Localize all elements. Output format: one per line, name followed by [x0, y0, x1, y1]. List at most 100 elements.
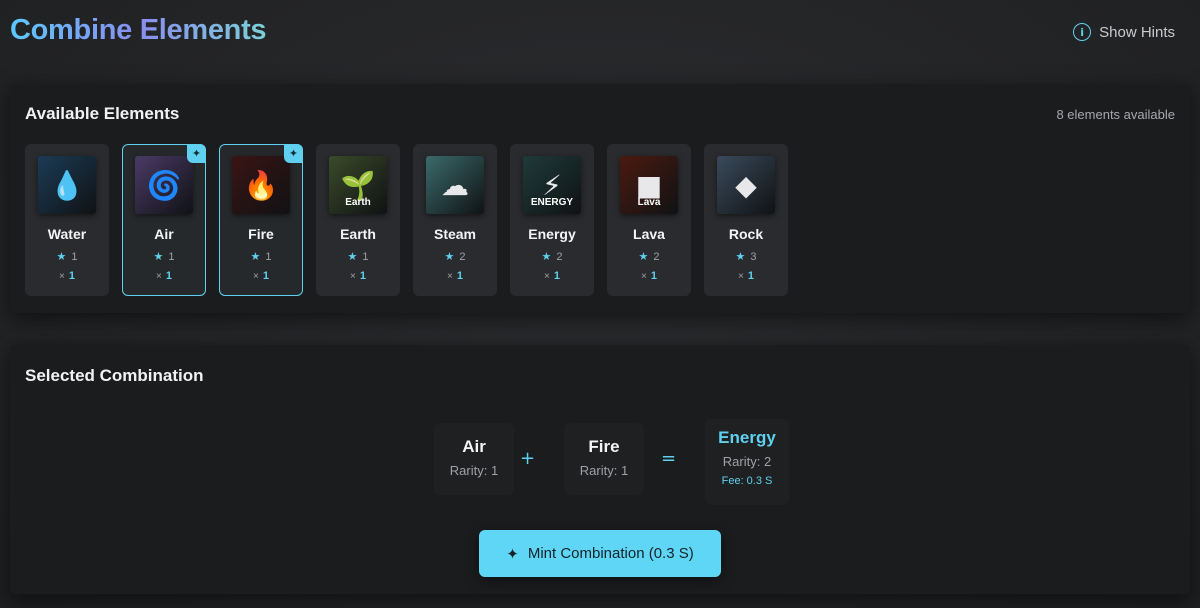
lava-cube-icon: ■ Lava: [620, 156, 678, 214]
star-icon: ★: [638, 250, 649, 263]
star-icon: ★: [153, 250, 164, 263]
element-card-fire[interactable]: 🔥 Fire ★ 1 × 1 ✦: [219, 144, 303, 296]
info-icon: i: [1073, 23, 1092, 41]
combo-second-rarity: Rarity: 1: [579, 463, 629, 478]
element-rarity: ★ 2: [639, 250, 660, 263]
element-thumbnail-glyph: 🌀: [146, 168, 182, 202]
element-rarity: ★ 1: [348, 250, 369, 263]
thumbnail-caption: Earth: [345, 197, 371, 208]
energy-bolt-icon: ⚡ ENERGY: [523, 156, 581, 214]
element-quantity: × 1: [350, 270, 366, 282]
rarity-value: 2: [459, 250, 466, 263]
element-quantity: × 1: [156, 270, 172, 282]
element-card-air[interactable]: 🌀 Air ★ 1 × 1 ✦: [122, 144, 206, 296]
sparkle-icon: ✦: [506, 544, 519, 563]
thumbnail-caption: Lava: [637, 197, 661, 208]
thumbnail-caption: ENERGY: [530, 197, 574, 208]
quantity-prefix: ×: [156, 270, 162, 282]
element-rarity: ★ 1: [57, 250, 78, 263]
element-quantity: × 1: [738, 270, 754, 282]
quantity-prefix: ×: [447, 270, 453, 282]
element-name: Water: [47, 226, 87, 242]
rarity-value: 3: [750, 250, 757, 263]
combo-second-element: Fire Rarity: 1: [564, 423, 644, 495]
quantity-value: 1: [747, 270, 754, 282]
equals-operator: =: [661, 448, 677, 469]
earth-sprout-icon: 🌱 Earth: [329, 156, 387, 214]
water-drop-icon: 💧: [38, 156, 96, 214]
element-card-steam[interactable]: ☁ Steam ★ 2 × 1: [413, 144, 497, 296]
combo-result: Energy Rarity: 2 Fee: 0.3 S: [705, 419, 789, 505]
page-title: Combine Elements: [10, 14, 267, 46]
element-card-energy[interactable]: ⚡ ENERGY Energy ★ 2 × 1: [510, 144, 594, 296]
element-quantity: × 1: [253, 270, 269, 282]
star-icon: ★: [541, 250, 552, 263]
quantity-prefix: ×: [738, 270, 744, 282]
rarity-value: 1: [362, 250, 369, 263]
show-hints-button[interactable]: i Show Hints: [1073, 20, 1175, 44]
element-quantity: × 1: [544, 270, 560, 282]
steam-cloud-icon: ☁: [426, 156, 484, 214]
combo-second-name: Fire: [588, 437, 620, 456]
quantity-prefix: ×: [253, 270, 259, 282]
flame-icon: 🔥: [232, 156, 290, 214]
quantity-value: 1: [68, 270, 75, 282]
rarity-value: 2: [653, 250, 660, 263]
quantity-value: 1: [456, 270, 463, 282]
element-card-earth[interactable]: 🌱 Earth Earth ★ 1 × 1: [316, 144, 400, 296]
element-name: Energy: [528, 226, 576, 242]
plus-operator: +: [520, 448, 536, 469]
star-icon: ★: [56, 250, 67, 263]
quantity-prefix: ×: [544, 270, 550, 282]
sparkle-icon: ✦: [284, 144, 303, 163]
mint-combination-button[interactable]: ✦ Mint Combination (0.3 S): [479, 530, 721, 577]
element-card-list: 💧 Water ★ 1 × 1 🌀 Air ★ 1 × 1 ✦ 🔥 Fire ★ 1 × 1 ✦ 🌱 Earth Earth…: [25, 144, 788, 296]
element-thumbnail-glyph: ◆: [735, 168, 757, 202]
quantity-value: 1: [359, 270, 366, 282]
quantity-value: 1: [262, 270, 269, 282]
quantity-value: 1: [650, 270, 657, 282]
element-thumbnail-glyph: 💧: [49, 168, 85, 202]
element-rarity: ★ 1: [154, 250, 175, 263]
element-quantity: × 1: [59, 270, 75, 282]
element-name: Air: [154, 226, 174, 242]
combination-row: Air Rarity: 1 + Fire Rarity: 1 = Energy …: [10, 345, 1190, 594]
star-icon: ★: [250, 250, 261, 263]
rock-icon: ◆: [717, 156, 775, 214]
rarity-value: 1: [265, 250, 272, 263]
element-name: Steam: [433, 226, 477, 242]
star-icon: ★: [347, 250, 358, 263]
result-fee: Fee: 0.3 S: [721, 475, 773, 487]
element-quantity: × 1: [447, 270, 463, 282]
header: Combine Elements i Show Hints: [0, 0, 1200, 70]
element-quantity: × 1: [641, 270, 657, 282]
element-card-water[interactable]: 💧 Water ★ 1 × 1: [25, 144, 109, 296]
element-name: Fire: [248, 226, 274, 242]
star-icon: ★: [444, 250, 455, 263]
available-elements-title: Available Elements: [25, 104, 180, 123]
quantity-value: 1: [553, 270, 560, 282]
selected-combination-panel: Selected Combination Air Rarity: 1 + Fir…: [10, 345, 1190, 594]
combo-first-name: Air: [462, 437, 486, 456]
element-card-rock[interactable]: ◆ Rock ★ 3 × 1: [704, 144, 788, 296]
result-rarity: Rarity: 2: [722, 454, 772, 469]
element-rarity: ★ 1: [251, 250, 272, 263]
quantity-prefix: ×: [641, 270, 647, 282]
combo-first-rarity: Rarity: 1: [449, 463, 499, 478]
rarity-value: 1: [168, 250, 175, 263]
elements-count: 8 elements available: [1056, 107, 1175, 122]
air-swirl-icon: 🌀: [135, 156, 193, 214]
show-hints-label: Show Hints: [1099, 23, 1175, 41]
element-name: Lava: [633, 226, 665, 242]
result-name: Energy: [718, 428, 776, 447]
element-thumbnail-glyph: ☁: [441, 168, 469, 202]
combo-first-element: Air Rarity: 1: [434, 423, 514, 495]
element-rarity: ★ 3: [736, 250, 757, 263]
element-card-lava[interactable]: ■ Lava Lava ★ 2 × 1: [607, 144, 691, 296]
quantity-prefix: ×: [59, 270, 65, 282]
rarity-value: 2: [556, 250, 563, 263]
available-elements-panel: Available Elements 8 elements available …: [10, 84, 1190, 313]
rarity-value: 1: [71, 250, 78, 263]
element-thumbnail-glyph: 🔥: [243, 168, 279, 202]
quantity-value: 1: [165, 270, 172, 282]
